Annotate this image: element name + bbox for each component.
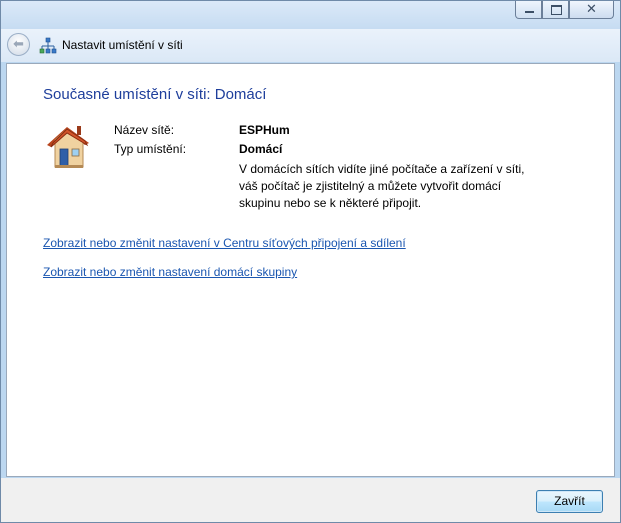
close-icon: ✕ <box>586 2 597 17</box>
back-arrow-icon: ⬅ <box>13 37 24 52</box>
maximize-icon <box>551 5 562 15</box>
dialog-window: ✕ ⬅ Nastavit umístění v síti Současné um… <box>0 0 621 523</box>
footer-bar: Zavřít <box>1 478 620 522</box>
minimize-icon <box>525 11 534 13</box>
location-description: V domácích sítích vidíte jiné počítače a… <box>239 162 525 210</box>
close-window-button[interactable]: ✕ <box>569 1 614 19</box>
network-sharing-center-link[interactable]: Zobrazit nebo změnit nastavení v Centru … <box>43 236 406 250</box>
page-title: Současné umístění v síti: Domácí <box>43 86 267 103</box>
network-icon <box>39 37 57 54</box>
close-button[interactable]: Zavřít <box>536 490 603 513</box>
homegroup-settings-link[interactable]: Zobrazit nebo změnit nastavení domácí sk… <box>43 265 297 279</box>
navigation-bar: ⬅ Nastavit umístění v síti <box>1 29 620 62</box>
location-type-label: Typ umístění: <box>114 142 187 156</box>
location-type-value: Domácí <box>239 142 283 156</box>
caption-buttons: ✕ <box>515 1 614 19</box>
home-network-icon <box>47 126 89 168</box>
minimize-button[interactable] <box>515 1 542 19</box>
title-bar[interactable]: ✕ <box>1 1 620 29</box>
window-title: Nastavit umístění v síti <box>62 38 183 52</box>
content-pane: Současné umístění v síti: Domácí Název s… <box>6 63 615 477</box>
back-button[interactable]: ⬅ <box>7 33 30 56</box>
maximize-button[interactable] <box>542 1 569 19</box>
network-name-label: Název sítě: <box>114 123 175 137</box>
network-name-value: ESPHum <box>239 123 290 137</box>
